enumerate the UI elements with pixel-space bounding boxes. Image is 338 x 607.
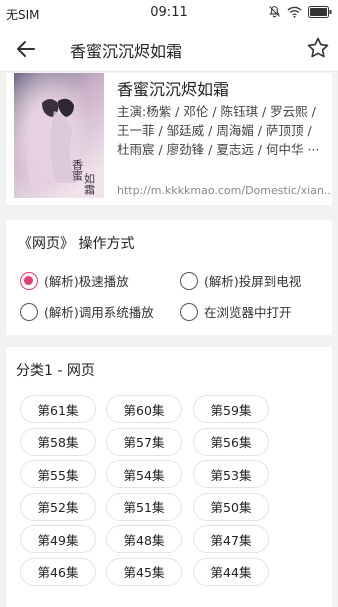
option-fast-play[interactable]: (解析)极速播放	[20, 271, 129, 290]
play-options-heading: 《网页》 操作方式	[18, 236, 135, 252]
cast-line: 王一菲 / 邹廷威 / 周海媚 / 萨顶顶 /	[117, 123, 312, 138]
episode-button[interactable]: 第45集	[106, 557, 182, 586]
episode-button[interactable]: 第55集	[20, 460, 96, 488]
app-bar: 香蜜沉沉烬如霜	[0, 26, 338, 72]
episode-button[interactable]: 第53集	[193, 460, 269, 488]
episode-button[interactable]: 第46集	[20, 557, 96, 586]
cast-line: 杜雨宸 / 廖劲锋 / 夏志远 / 何中华 ···	[117, 142, 320, 157]
radio-selected-icon[interactable]	[20, 271, 38, 290]
option-open-browser[interactable]: 在浏览器中打开	[180, 302, 292, 321]
back-arrow-icon[interactable]	[14, 37, 38, 61]
episode-button[interactable]: 第50集	[193, 492, 269, 521]
show-poster[interactable]: 香蜜 如霜	[14, 73, 104, 198]
favorite-star-icon[interactable]	[306, 36, 330, 60]
mute-icon	[269, 6, 280, 18]
battery-icon	[308, 5, 332, 18]
episode-button[interactable]: 第59集	[193, 395, 269, 423]
episode-button[interactable]: 第49集	[20, 525, 96, 553]
episode-button[interactable]: 第60集	[106, 395, 182, 423]
episode-button[interactable]: 第51集	[106, 492, 182, 521]
option-label: (解析)极速播放	[44, 274, 129, 289]
episode-button[interactable]: 第48集	[106, 525, 182, 553]
episode-button[interactable]: 第47集	[193, 525, 269, 553]
episode-button[interactable]: 第58集	[20, 427, 96, 456]
episode-button[interactable]: 第44集	[193, 557, 269, 586]
show-title: 香蜜沉沉烬如霜	[117, 80, 230, 99]
option-system-player[interactable]: (解析)调用系统播放	[20, 302, 154, 321]
option-label: 在浏览器中打开	[204, 305, 292, 320]
option-cast-tv[interactable]: (解析)投屏到电视	[180, 271, 301, 290]
radio-icon[interactable]	[180, 271, 198, 290]
episode-list-card: 分类1 - 网页 第61集 第60集 第59集第58集 第57集 第56集第55集 第54…	[6, 347, 332, 607]
option-label: (解析)投屏到电视	[204, 274, 302, 289]
page-title: 香蜜沉沉烬如霜	[70, 42, 183, 61]
svg-text:如霜: 如霜	[83, 172, 96, 196]
episode-button[interactable]: 第61集	[20, 395, 96, 423]
status-bar: 无SIM 09:11	[0, 0, 338, 26]
episode-category-heading: 分类1 - 网页	[16, 363, 95, 379]
episode-button[interactable]: 第57集	[106, 427, 182, 456]
episode-button[interactable]: 第54集	[106, 460, 182, 488]
radio-icon[interactable]	[20, 302, 38, 321]
wifi-icon	[287, 6, 302, 18]
source-url[interactable]: http://m.kkkkmao.com/Domestic/xian...	[117, 184, 332, 197]
episode-button[interactable]: 第52集	[20, 492, 96, 521]
episode-button[interactable]: 第56集	[193, 427, 269, 456]
option-label: (解析)调用系统播放	[44, 305, 154, 320]
cast-line: 主演:杨紫 / 邓伦 / 陈钰琪 / 罗云熙 /	[117, 104, 316, 119]
radio-icon[interactable]	[180, 302, 198, 321]
play-options-card: 《网页》 操作方式 (解析)极速播放 (解析)投屏到电视 (解析)调用系统播放 …	[6, 220, 332, 335]
show-info-card: 香蜜 如霜 香蜜沉沉烬如霜 主演:杨紫 / 邓伦 / 陈钰琪 / 罗云熙 / 王…	[6, 73, 332, 205]
cast-list: 主演:杨紫 / 邓伦 / 陈钰琪 / 罗云熙 / 王一菲 / 邹廷威 / 周海媚…	[117, 102, 328, 159]
